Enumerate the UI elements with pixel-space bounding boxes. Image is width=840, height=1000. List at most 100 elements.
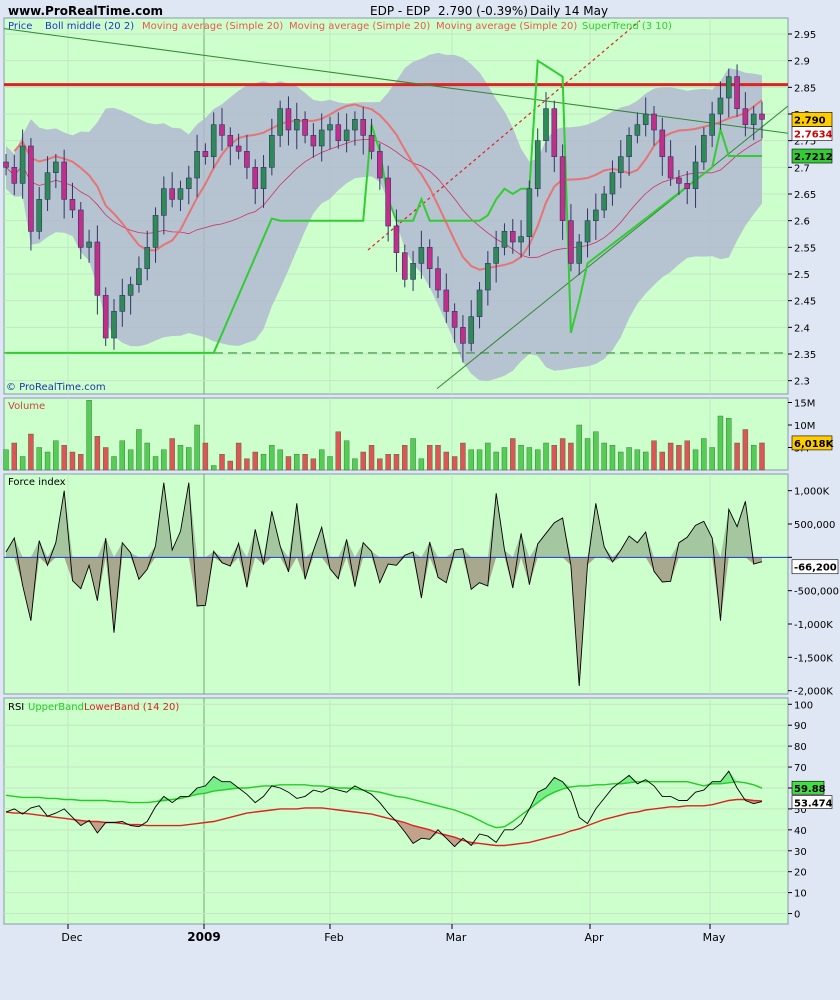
volume-bar [302, 454, 308, 471]
last-price-tag: 2.790 [794, 115, 826, 126]
candle-body [252, 167, 259, 189]
volume-last-tag: 6,018K [794, 439, 835, 450]
price-y-tick-label: 2.9 [794, 57, 810, 68]
volume-y-tick-label: 15M [794, 399, 815, 410]
x-tick-label: Feb [324, 931, 343, 944]
volume-bar [759, 442, 765, 471]
price-y-tick-label: 2.65 [794, 190, 816, 201]
stock-chart: www.ProRealTime.com EDP - EDP 2.790 (-0.… [3, 4, 839, 944]
candle-body [642, 113, 649, 125]
rsi-panel[interactable]: RSIUpperBandLowerBand (14 20)10090807060… [3, 697, 833, 925]
volume-bar [468, 449, 474, 471]
candle-body [451, 311, 458, 328]
rsi-y-tick-label: 0 [794, 910, 800, 921]
volume-bar [252, 451, 258, 471]
volume-bar [235, 442, 242, 471]
candle-body [509, 231, 516, 243]
price-legend-item: Boll middle (20 2) [45, 21, 134, 32]
volume-bar [618, 451, 624, 471]
volume-bar [269, 445, 275, 471]
candle-body [94, 241, 101, 296]
candle-body [651, 113, 657, 131]
volume-bar [634, 449, 641, 471]
candle-body [368, 135, 375, 152]
volume-bar [136, 429, 142, 471]
price-panel[interactable]: Price Boll middle (20 2) Moving average (S… [3, 17, 833, 395]
volume-bar [584, 438, 591, 471]
volume-bar [626, 447, 632, 471]
x-tick-label: Dec [61, 931, 82, 944]
volume-bar [202, 442, 209, 471]
volume-bar [576, 424, 582, 471]
price-y-tick-label: 2.45 [794, 297, 816, 308]
supertrend-value-tag: 2.7212 [794, 152, 833, 163]
price-legend-item: Price [8, 21, 32, 32]
candle-body [61, 161, 67, 200]
candle-body [377, 151, 383, 179]
volume-bar [194, 424, 200, 471]
candle-body [161, 188, 167, 216]
force-index-panel[interactable]: Force index 1,000K 500,000 -500,000 -1,000K -… [3, 473, 839, 698]
volume-bar [44, 451, 51, 471]
candle-body [543, 108, 549, 141]
volume-bar [260, 454, 267, 471]
volume-bar [485, 442, 491, 471]
candle-body [318, 129, 325, 147]
volume-bar [742, 429, 749, 471]
candle-body [335, 124, 342, 141]
candle-body [352, 119, 358, 131]
candle-body [360, 119, 367, 136]
watermark: © ProRealTime.com [6, 382, 106, 393]
candle-body [759, 113, 765, 120]
candle-body [293, 119, 300, 131]
candle-body [684, 183, 691, 189]
rsi-y-tick-label: 70 [794, 763, 807, 774]
volume-panel[interactable]: Volume15M10M5M6,018K [3, 397, 835, 471]
candle-body [310, 135, 317, 147]
force-background [3, 473, 789, 695]
candle-body [709, 113, 715, 136]
candle-body [69, 199, 76, 211]
volume-bar [518, 445, 524, 471]
volume-bar [294, 454, 300, 471]
volume-bar [19, 456, 26, 471]
candle-body [476, 289, 483, 317]
candle-body [277, 108, 283, 136]
candle-body [460, 327, 466, 344]
volume-bar [676, 445, 682, 471]
candle-body [426, 247, 433, 269]
volume-bar [343, 440, 350, 471]
volume-bar [152, 456, 159, 471]
site-title[interactable]: www.ProRealTime.com [8, 4, 163, 18]
candle-body [401, 252, 408, 280]
volume-bar [410, 438, 416, 471]
volume-bar [227, 460, 234, 471]
volume-bar [476, 449, 483, 471]
volume-bar [642, 451, 649, 471]
candle-body [750, 113, 757, 125]
candle-body [127, 284, 134, 296]
candle-body [584, 220, 591, 243]
candle-body [219, 124, 225, 136]
price-legend: Price Boll middle (20 2) Moving average (S… [8, 21, 672, 32]
candle-body [725, 76, 732, 99]
volume-bar [659, 451, 666, 471]
candle-body [53, 161, 59, 173]
force-y-tick-label: -2,000K [794, 687, 833, 698]
rsi-y-tick-label: 80 [794, 742, 807, 753]
candle-body [601, 193, 607, 211]
candle-body [227, 135, 234, 147]
volume-bar [210, 465, 217, 471]
force-y-tick-label: -500,000 [794, 587, 839, 598]
volume-bar [493, 451, 499, 471]
candle-body [568, 220, 574, 264]
candle-body [136, 268, 142, 285]
force-y-tick-label: -1,000K [794, 620, 833, 631]
price-y-tick-label: 2.5 [794, 270, 810, 281]
volume-bar [435, 445, 441, 471]
volume-bar [102, 447, 109, 471]
candle-body [44, 172, 51, 200]
force-title: Force index [8, 477, 66, 488]
volume-bar [559, 438, 566, 471]
volume-bar [111, 456, 117, 471]
